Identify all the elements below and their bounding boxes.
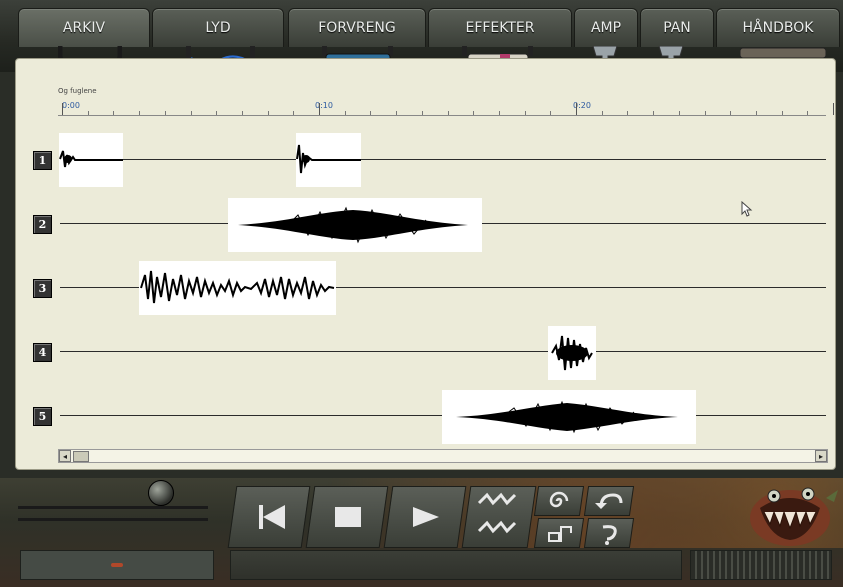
ruler-tick bbox=[293, 111, 295, 115]
timeline-panel: Og fuglene 0:00 0:10 0:20 1 2 3 4 5 ◂ ▸ bbox=[15, 58, 836, 470]
waveform bbox=[551, 335, 593, 371]
redo-effect-button[interactable] bbox=[583, 518, 635, 548]
monster-mascot-icon bbox=[740, 478, 840, 550]
stop-icon bbox=[311, 487, 383, 547]
track-title: Og fuglene bbox=[58, 87, 97, 95]
ruler-tick bbox=[833, 103, 834, 115]
stop-button[interactable] bbox=[305, 486, 389, 548]
zigzag-icon bbox=[467, 487, 531, 547]
ruler-tick bbox=[164, 111, 166, 115]
ruler-baseline bbox=[58, 115, 826, 116]
ruler-tick bbox=[87, 111, 89, 115]
rewind-icon bbox=[233, 487, 305, 547]
ruler-tick bbox=[704, 111, 706, 115]
audio-clip[interactable] bbox=[59, 133, 123, 187]
ruler-tick bbox=[396, 111, 398, 115]
ruler-tick bbox=[524, 111, 526, 115]
ruler-tick bbox=[421, 111, 423, 115]
ruler-tick bbox=[498, 111, 500, 115]
ruler-tick bbox=[627, 111, 629, 115]
audio-clip[interactable] bbox=[228, 198, 482, 252]
ruler-tick bbox=[473, 111, 475, 115]
ruler-tick bbox=[576, 103, 577, 115]
audio-clip[interactable] bbox=[442, 390, 696, 444]
track-number-2[interactable]: 2 bbox=[33, 215, 52, 234]
status-indicator bbox=[111, 563, 123, 567]
spiral-effect-button[interactable] bbox=[533, 486, 585, 516]
ruler-tick bbox=[755, 111, 757, 115]
ruler-label-0: 0:00 bbox=[62, 101, 80, 110]
ruler-tick bbox=[447, 111, 449, 115]
scroll-left-button[interactable]: ◂ bbox=[59, 450, 71, 462]
shape-effect-button[interactable] bbox=[533, 518, 585, 548]
speaker-grille bbox=[690, 550, 832, 580]
track-number-3[interactable]: 3 bbox=[33, 279, 52, 298]
ruler-tick bbox=[730, 111, 732, 115]
tab-amp[interactable]: AMP bbox=[574, 8, 638, 47]
scroll-thumb[interactable] bbox=[73, 451, 89, 462]
track-number-1[interactable]: 1 bbox=[33, 151, 52, 170]
shape-icon bbox=[537, 519, 581, 547]
track-line-1 bbox=[60, 159, 826, 160]
ruler-tick bbox=[550, 111, 552, 115]
slider-track bbox=[18, 506, 208, 509]
tab-forvreng[interactable]: FORVRENG bbox=[288, 8, 426, 47]
horizontal-scrollbar[interactable]: ◂ ▸ bbox=[58, 449, 828, 463]
track-number-4[interactable]: 4 bbox=[33, 343, 52, 362]
waveform bbox=[59, 150, 123, 168]
ruler-tick bbox=[267, 111, 269, 115]
control-deck bbox=[0, 478, 843, 587]
tab-arkiv[interactable]: ARKIV bbox=[18, 8, 150, 47]
play-icon bbox=[389, 487, 461, 547]
audio-clip[interactable] bbox=[296, 133, 361, 187]
spiral-icon bbox=[537, 487, 581, 515]
audio-clip[interactable] bbox=[548, 326, 596, 380]
ruler-tick bbox=[319, 103, 320, 115]
ruler-tick bbox=[601, 111, 603, 115]
waveform bbox=[140, 270, 335, 304]
scroll-right-button[interactable]: ▸ bbox=[815, 450, 827, 462]
ruler-tick bbox=[781, 111, 783, 115]
tab-pan[interactable]: PAN bbox=[640, 8, 714, 47]
ruler-tick bbox=[113, 111, 115, 115]
mouse-cursor-icon bbox=[741, 200, 753, 221]
ruler-tick bbox=[190, 111, 192, 115]
ruler-label-10: 0:10 bbox=[315, 101, 333, 110]
slider-track bbox=[18, 518, 208, 521]
track-number-5[interactable]: 5 bbox=[33, 407, 52, 426]
ruler-tick bbox=[139, 111, 141, 115]
undo-effect-button[interactable] bbox=[583, 486, 635, 516]
audio-clip[interactable] bbox=[139, 261, 336, 315]
tab-handbok[interactable]: HÅNDBOK bbox=[716, 8, 840, 47]
ruler-tick bbox=[678, 111, 680, 115]
waveform bbox=[238, 206, 468, 244]
ruler-tick bbox=[370, 111, 372, 115]
ruler-tick bbox=[807, 111, 809, 115]
tab-lyd[interactable]: LYD bbox=[152, 8, 284, 47]
undo-icon bbox=[587, 487, 631, 515]
track-line-4 bbox=[60, 351, 826, 352]
slider-knob[interactable] bbox=[148, 480, 174, 506]
waveform bbox=[456, 400, 678, 434]
ruler-tick bbox=[241, 111, 243, 115]
rewind-button[interactable] bbox=[227, 486, 311, 548]
time-ruler: 0:00 0:10 0:20 bbox=[58, 101, 834, 117]
lower-panel bbox=[230, 550, 682, 580]
play-button[interactable] bbox=[383, 486, 467, 548]
ruler-tick bbox=[344, 111, 346, 115]
redo-icon bbox=[587, 519, 631, 547]
ruler-tick bbox=[62, 103, 63, 115]
waveform bbox=[296, 144, 361, 174]
volume-slider[interactable] bbox=[18, 480, 218, 530]
ruler-tick bbox=[216, 111, 218, 115]
zigzag-effect-button[interactable] bbox=[461, 486, 537, 548]
status-panel bbox=[20, 550, 214, 580]
tab-effekter[interactable]: EFFEKTER bbox=[428, 8, 572, 47]
ruler-tick bbox=[653, 111, 655, 115]
